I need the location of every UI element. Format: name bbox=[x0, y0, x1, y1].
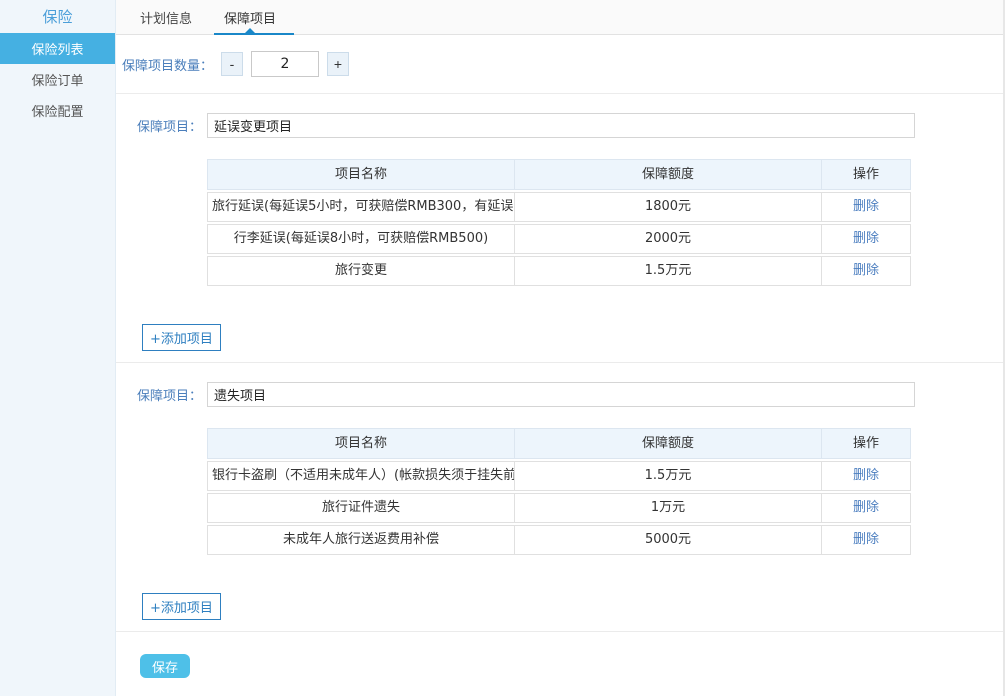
coverage-count-row: 保障项目数量： - + bbox=[116, 35, 1003, 94]
item-name-cell: 未成年人旅行送返费用补偿 bbox=[208, 526, 515, 554]
coverage-name-label: 保障项目： bbox=[137, 116, 202, 135]
table-row: 未成年人旅行送返费用补偿 5000元 删除 bbox=[207, 525, 911, 555]
add-item-button[interactable]: +添加项目 bbox=[142, 324, 221, 351]
increment-button[interactable]: + bbox=[327, 52, 349, 76]
column-header-item-name: 项目名称 bbox=[208, 429, 515, 458]
item-name-cell: 银行卡盗刷（不适用未成年人）(帐款损失须于挂失前 bbox=[208, 462, 515, 490]
delete-link[interactable]: 删除 bbox=[853, 231, 879, 246]
column-header-actions: 操作 bbox=[822, 429, 910, 458]
save-row: 保存 bbox=[116, 632, 1003, 678]
coverage-table-2: 项目名称 保障额度 操作 银行卡盗刷（不适用未成年人）(帐款损失须于挂失前 1.… bbox=[207, 428, 911, 555]
delete-link[interactable]: 删除 bbox=[853, 263, 879, 278]
add-item-button[interactable]: +添加项目 bbox=[142, 593, 221, 620]
item-name-cell: 旅行证件遗失 bbox=[208, 494, 515, 522]
column-header-coverage-amount: 保障额度 bbox=[515, 160, 822, 189]
amount-cell: 1.5万元 bbox=[515, 462, 822, 490]
table-row: 旅行变更 1.5万元 删除 bbox=[207, 256, 911, 286]
tab-bar: 计划信息 保障项目 bbox=[116, 0, 1003, 35]
sidebar: 保险 保险列表 保险订单 保险配置 bbox=[0, 0, 116, 696]
decrement-button[interactable]: - bbox=[221, 52, 243, 76]
column-header-item-name: 项目名称 bbox=[208, 160, 515, 189]
main-content: 计划信息 保障项目 保障项目数量： - + 保障项目： 项目名称 保障额度 操作 bbox=[116, 0, 1003, 696]
sidebar-item-insurance-config[interactable]: 保险配置 bbox=[0, 95, 115, 126]
coverage-table-1: 项目名称 保障额度 操作 旅行延误(每延误5小时，可获赔偿RMB300，有延误 … bbox=[207, 159, 911, 286]
coverage-name-row: 保障项目： bbox=[116, 382, 1003, 407]
table-row: 旅行证件遗失 1万元 删除 bbox=[207, 493, 911, 523]
coverage-name-input[interactable] bbox=[207, 382, 915, 407]
delete-link[interactable]: 删除 bbox=[853, 532, 879, 547]
coverage-name-row: 保障项目： bbox=[116, 113, 1003, 138]
coverage-section-2: 保障项目： 项目名称 保障额度 操作 银行卡盗刷（不适用未成年人）(帐款损失须于… bbox=[116, 363, 1003, 632]
delete-link[interactable]: 删除 bbox=[853, 199, 879, 214]
delete-link[interactable]: 删除 bbox=[853, 468, 879, 483]
tab-coverage-items[interactable]: 保障项目 bbox=[214, 0, 286, 34]
item-name-cell: 旅行延误(每延误5小时，可获赔偿RMB300，有延误 bbox=[208, 193, 515, 221]
delete-link[interactable]: 删除 bbox=[853, 500, 879, 515]
sidebar-item-insurance-list[interactable]: 保险列表 bbox=[0, 33, 115, 64]
insurance-admin-page: 保险 保险列表 保险订单 保险配置 计划信息 保障项目 保障项目数量： - + … bbox=[0, 0, 1005, 696]
table-header-row: 项目名称 保障额度 操作 bbox=[207, 159, 911, 190]
amount-cell: 1.5万元 bbox=[515, 257, 822, 285]
item-name-cell: 行李延误(每延误8小时，可获赔偿RMB500) bbox=[208, 225, 515, 253]
coverage-count-input[interactable] bbox=[251, 51, 319, 77]
column-header-actions: 操作 bbox=[822, 160, 910, 189]
table-header-row: 项目名称 保障额度 操作 bbox=[207, 428, 911, 459]
save-button[interactable]: 保存 bbox=[140, 654, 190, 678]
coverage-section-1: 保障项目： 项目名称 保障额度 操作 旅行延误(每延误5小时，可获赔偿RMB30… bbox=[116, 94, 1003, 363]
tab-plan-info[interactable]: 计划信息 bbox=[130, 0, 202, 34]
sidebar-title: 保险 bbox=[0, 0, 115, 33]
coverage-name-label: 保障项目： bbox=[137, 385, 202, 404]
coverage-count-label: 保障项目数量： bbox=[122, 55, 213, 74]
coverage-name-input[interactable] bbox=[207, 113, 915, 138]
amount-cell: 5000元 bbox=[515, 526, 822, 554]
table-row: 行李延误(每延误8小时，可获赔偿RMB500) 2000元 删除 bbox=[207, 224, 911, 254]
amount-cell: 2000元 bbox=[515, 225, 822, 253]
column-header-coverage-amount: 保障额度 bbox=[515, 429, 822, 458]
amount-cell: 1万元 bbox=[515, 494, 822, 522]
sidebar-item-insurance-orders[interactable]: 保险订单 bbox=[0, 64, 115, 95]
table-row: 旅行延误(每延误5小时，可获赔偿RMB300，有延误 1800元 删除 bbox=[207, 192, 911, 222]
item-name-cell: 旅行变更 bbox=[208, 257, 515, 285]
amount-cell: 1800元 bbox=[515, 193, 822, 221]
table-row: 银行卡盗刷（不适用未成年人）(帐款损失须于挂失前 1.5万元 删除 bbox=[207, 461, 911, 491]
